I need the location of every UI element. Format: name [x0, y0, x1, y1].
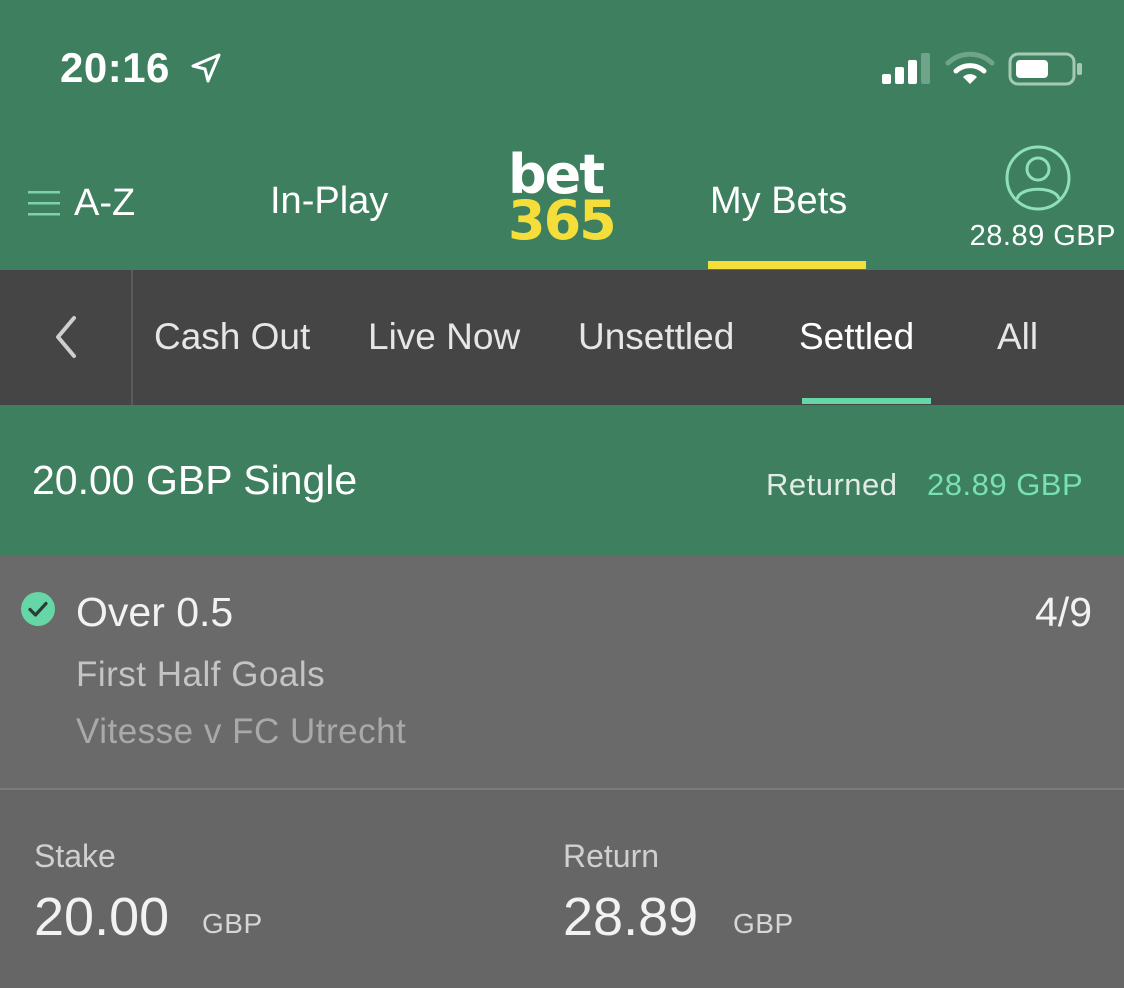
stake-value: 20.00 [34, 887, 170, 947]
tab-live-now[interactable]: Live Now [368, 316, 520, 358]
stake-currency: GBP [202, 908, 263, 939]
selection-odds: 4/9 [1035, 589, 1092, 635]
app-header: 20:16 A-Z In-Play bet 365 My Bets 28.89 … [0, 0, 1124, 270]
location-arrow-icon [191, 53, 221, 83]
logo-365-text: 365 [508, 189, 617, 252]
bet-title: 20.00 GBP Single [32, 457, 358, 503]
account-icon[interactable] [1004, 144, 1072, 212]
nav-inplay-tab[interactable]: In-Play [270, 180, 388, 223]
back-button[interactable] [0, 270, 133, 405]
bet-selection: Over 0.5 4/9 First Half Goals Vitesse v … [0, 555, 1124, 790]
nav-az-label: A-Z [74, 181, 136, 224]
nav-az-button[interactable]: A-Z [28, 178, 135, 228]
battery-icon [1008, 52, 1082, 86]
won-check-icon [21, 592, 55, 626]
cellular-signal-icon [882, 53, 930, 84]
selection-market: First Half Goals [76, 655, 326, 694]
stake-label: Stake [34, 838, 116, 874]
return-value: 28.89 [563, 887, 699, 947]
settled-active-indicator [802, 398, 931, 404]
chevron-left-icon [56, 316, 76, 358]
hamburger-menu-icon [28, 191, 60, 216]
nav-mybets-tab[interactable]: My Bets [710, 180, 847, 223]
mybets-subtabs: Cash Out Live Now Unsettled Settled All [0, 270, 1124, 405]
tab-cash-out[interactable]: Cash Out [154, 316, 310, 358]
mybets-active-indicator [708, 261, 866, 269]
returned-label: Returned [766, 467, 898, 502]
bet-totals: Stake 20.00 GBP Return 28.89 GBP [0, 790, 1124, 988]
tab-settled[interactable]: Settled [799, 316, 914, 358]
return-label: Return [563, 838, 660, 874]
wifi-icon [945, 51, 995, 84]
status-time: 20:16 [60, 44, 170, 91]
return-currency: GBP [733, 908, 794, 939]
tab-all[interactable]: All [997, 316, 1038, 358]
bet365-logo[interactable]: bet 365 [508, 148, 618, 252]
selection-event: Vitesse v FC Utrecht [76, 712, 407, 751]
returned-amount: 28.89 GBP [927, 467, 1084, 502]
tab-unsettled[interactable]: Unsettled [578, 316, 734, 358]
account-balance[interactable]: 28.89 GBP [970, 220, 1116, 253]
bet-header[interactable]: 20.00 GBP Single Returned 28.89 GBP [0, 405, 1124, 555]
selection-name: Over 0.5 [76, 589, 234, 635]
